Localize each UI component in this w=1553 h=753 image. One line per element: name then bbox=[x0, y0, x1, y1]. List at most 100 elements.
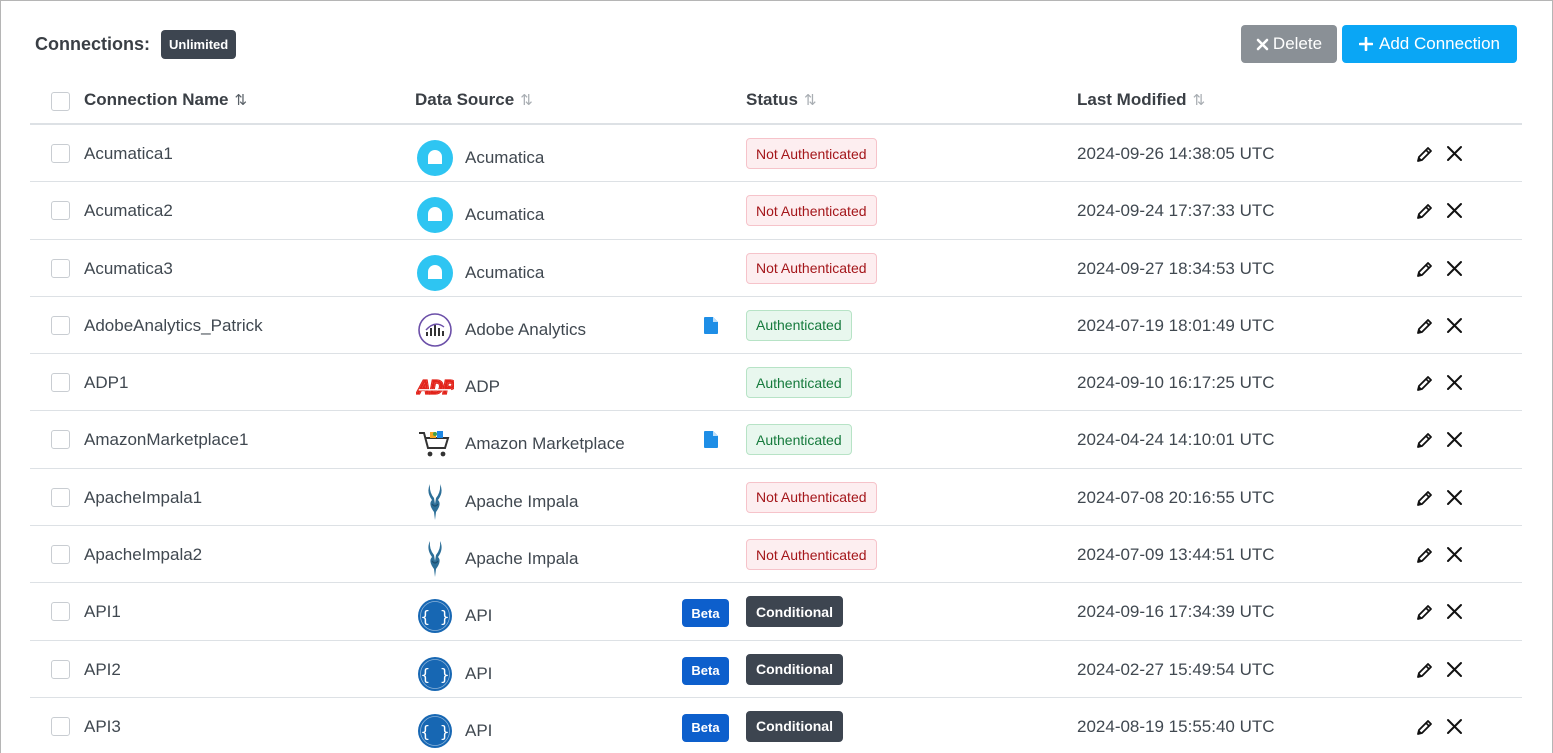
column-label-modified: Last Modified bbox=[1077, 90, 1187, 109]
delete-x-icon[interactable] bbox=[1446, 546, 1463, 568]
edit-pencil-icon[interactable] bbox=[1415, 202, 1434, 226]
connection-name[interactable]: Acumatica1 bbox=[84, 144, 173, 164]
document-icon[interactable] bbox=[704, 431, 718, 453]
edit-pencil-icon[interactable] bbox=[1415, 374, 1434, 398]
row-checkbox[interactable] bbox=[51, 716, 70, 736]
data-source-name: Acumatica bbox=[465, 148, 545, 167]
status-badge: Not Authenticated bbox=[746, 481, 877, 513]
row-checkbox[interactable] bbox=[51, 659, 70, 679]
table-row[interactable]: ApacheImpala2 Apache Impala Not Authentica… bbox=[30, 526, 1522, 584]
edit-pencil-icon[interactable] bbox=[1415, 718, 1434, 742]
delete-x-icon[interactable] bbox=[1446, 661, 1463, 683]
select-all-checkbox[interactable] bbox=[51, 92, 70, 111]
delete-x-icon[interactable] bbox=[1446, 718, 1463, 740]
sort-icon[interactable]: ⇅ bbox=[235, 91, 248, 109]
data-source-name: Apache Impala bbox=[465, 549, 579, 569]
plan-badge: Unlimited bbox=[161, 29, 237, 59]
status-badge: Conditional bbox=[746, 596, 843, 628]
connection-name[interactable]: AdobeAnalytics_Patrick bbox=[84, 316, 263, 336]
table-row[interactable]: Acumatica2 Acumatica Not Authenticated 2024… bbox=[30, 182, 1522, 240]
svg-text:{ }: { } bbox=[421, 665, 450, 684]
edit-pencil-icon[interactable] bbox=[1415, 317, 1434, 341]
sort-icon[interactable]: ⇅ bbox=[1193, 91, 1206, 109]
status-badge: Authenticated bbox=[746, 367, 852, 399]
data-source-name: Acumatica bbox=[465, 205, 545, 225]
edit-pencil-icon[interactable] bbox=[1415, 431, 1434, 455]
connection-name[interactable]: Acumatica2 bbox=[84, 201, 173, 221]
sort-icon[interactable]: ⇅ bbox=[520, 91, 533, 109]
row-checkbox[interactable] bbox=[51, 144, 70, 163]
table-row[interactable]: API3 { } API Beta Conditional 2024-08-19 15:5… bbox=[30, 698, 1522, 753]
row-checkbox[interactable] bbox=[51, 201, 70, 221]
connection-name[interactable]: ADP1 bbox=[84, 373, 128, 393]
status-badge: Conditional bbox=[746, 710, 843, 742]
api-braces-icon: { } bbox=[416, 655, 454, 693]
column-header-status[interactable]: Status ⇅ bbox=[746, 90, 817, 110]
column-header-name[interactable]: Connection Name ⇅ bbox=[84, 90, 247, 110]
connection-name[interactable]: AmazonMarketplace1 bbox=[84, 430, 248, 450]
row-checkbox[interactable] bbox=[51, 602, 70, 622]
add-connection-button[interactable]: Add Connection bbox=[1342, 25, 1517, 63]
column-header-modified[interactable]: Last Modified ⇅ bbox=[1077, 90, 1205, 110]
connection-name[interactable]: ApacheImpala2 bbox=[84, 545, 202, 565]
column-header-source[interactable]: Data Source ⇅ bbox=[415, 90, 533, 110]
delete-x-icon[interactable] bbox=[1446, 260, 1463, 282]
add-connection-label: Add Connection bbox=[1379, 34, 1500, 53]
row-checkbox[interactable] bbox=[51, 545, 70, 565]
connection-name[interactable]: API3 bbox=[84, 717, 121, 737]
last-modified: 2024-02-27 15:49:54 UTC bbox=[1077, 659, 1275, 679]
data-source-name: API bbox=[465, 720, 493, 740]
delete-x-icon[interactable] bbox=[1446, 489, 1463, 511]
table-row[interactable]: Acumatica1 Acumatica Not Authenticated 2024… bbox=[30, 125, 1522, 183]
delete-x-icon[interactable] bbox=[1446, 374, 1463, 396]
table-row[interactable]: Acumatica3 Acumatica Not Authenticated 2024… bbox=[30, 240, 1522, 297]
edit-pencil-icon[interactable] bbox=[1415, 260, 1434, 284]
beta-badge: Beta bbox=[682, 599, 729, 628]
delete-x-icon[interactable] bbox=[1446, 145, 1463, 167]
row-checkbox[interactable] bbox=[51, 430, 70, 450]
column-label-name: Connection Name bbox=[84, 90, 229, 109]
page-header: Connections: Unlimited bbox=[35, 28, 237, 60]
adp-logo-icon: ADP ADP bbox=[416, 368, 454, 406]
close-icon bbox=[1256, 38, 1269, 50]
connection-name[interactable]: Acumatica3 bbox=[84, 259, 173, 279]
apache-impala-icon bbox=[416, 540, 454, 578]
status-badge: Not Authenticated bbox=[746, 138, 877, 169]
table-row[interactable]: AdobeAnalytics_Patrick Adobe Analytics Aut… bbox=[30, 297, 1522, 355]
status-badge: Not Authenticated bbox=[746, 539, 877, 571]
data-source-name: Acumatica bbox=[465, 262, 545, 282]
table-body: Acumatica1 Acumatica Not Authenticated 2024… bbox=[30, 125, 1522, 753]
column-label-source: Data Source bbox=[415, 90, 515, 109]
acumatica-icon bbox=[416, 139, 454, 177]
edit-pencil-icon[interactable] bbox=[1415, 145, 1434, 169]
table-row[interactable]: API2 { } API Beta Conditional 2024-02-27 15:4… bbox=[30, 641, 1522, 698]
document-icon[interactable] bbox=[704, 316, 718, 339]
svg-text:{ }: { } bbox=[421, 607, 450, 626]
connection-name[interactable]: ApacheImpala1 bbox=[84, 488, 202, 508]
delete-x-icon[interactable] bbox=[1446, 202, 1463, 224]
connection-name[interactable]: API2 bbox=[84, 660, 121, 680]
table-row[interactable]: ADP1 ADP ADP ADP Authenticated 2024-09-10 16:… bbox=[30, 354, 1522, 412]
connection-name[interactable]: API1 bbox=[84, 602, 121, 622]
delete-x-icon[interactable] bbox=[1446, 431, 1463, 453]
sort-icon[interactable]: ⇅ bbox=[804, 91, 817, 109]
delete-x-icon[interactable] bbox=[1446, 603, 1463, 625]
delete-button[interactable]: Delete bbox=[1241, 25, 1337, 63]
edit-pencil-icon[interactable] bbox=[1415, 603, 1434, 627]
row-checkbox[interactable] bbox=[51, 487, 70, 507]
edit-pencil-icon[interactable] bbox=[1415, 546, 1434, 570]
table-row[interactable]: ApacheImpala1 Apache Impala Not Authentica… bbox=[30, 469, 1522, 527]
table-row[interactable]: API1 { } API Beta Conditional 2024-09-16 17:3… bbox=[30, 583, 1522, 641]
table-row[interactable]: AmazonMarketplace1 Amazon Marketplace Auth… bbox=[30, 411, 1522, 469]
status-badge: Not Authenticated bbox=[746, 252, 877, 284]
row-checkbox[interactable] bbox=[51, 315, 70, 335]
delete-x-icon[interactable] bbox=[1446, 317, 1463, 339]
beta-badge: Beta bbox=[682, 656, 729, 685]
row-checkbox[interactable] bbox=[51, 258, 70, 278]
edit-pencil-icon[interactable] bbox=[1415, 661, 1434, 685]
page-title: Connections: bbox=[35, 33, 150, 54]
row-checkbox[interactable] bbox=[51, 373, 70, 393]
shopping-cart-icon bbox=[416, 425, 454, 463]
edit-pencil-icon[interactable] bbox=[1415, 489, 1434, 513]
last-modified: 2024-09-10 16:17:25 UTC bbox=[1077, 373, 1275, 393]
